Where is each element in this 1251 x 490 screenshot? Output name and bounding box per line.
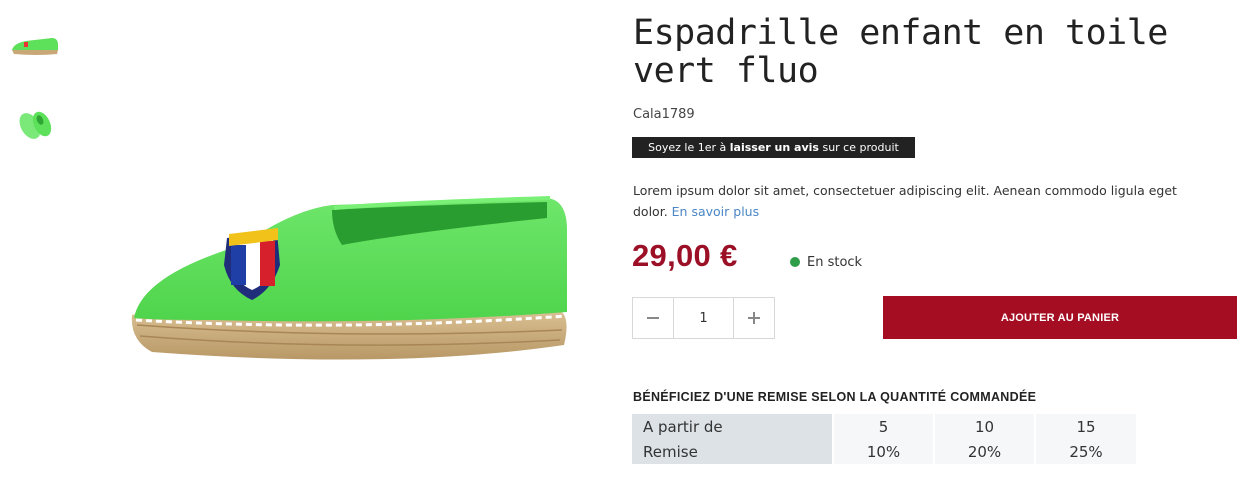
thumbnail-pair-view[interactable] [8, 102, 60, 144]
espadrille-pair-thumbnail-icon [19, 111, 52, 139]
add-to-cart-button[interactable]: AJOUTER AU PANIER [883, 296, 1237, 339]
qty-cell: 5 [832, 414, 934, 439]
discount-cell: 10% [832, 439, 934, 464]
minus-icon [647, 317, 659, 319]
stock-dot-icon [790, 257, 800, 267]
review-prefix: Soyez le 1er à [648, 141, 730, 154]
read-more-link[interactable]: En savoir plus [672, 204, 759, 219]
product-description: Lorem ipsum dolor sit amet, consectetuer… [633, 180, 1203, 222]
product-main-image [92, 140, 572, 390]
discount-rate-row: Remise 10% 20% 25% [632, 439, 1136, 464]
green-espadrille-image-icon [131, 196, 567, 360]
product-title: Espadrille enfant en toile vert fluo [633, 13, 1168, 91]
discount-qty-row: A partir de 5 10 15 [632, 414, 1136, 439]
discount-cell: 25% [1034, 439, 1136, 464]
quantity-decrease-button[interactable] [633, 298, 673, 338]
stock-status: En stock [790, 255, 862, 270]
discount-title: BÉNÉFICIEZ D'UNE REMISE SELON LA QUANTIT… [633, 390, 1037, 404]
qty-cell: 15 [1034, 414, 1136, 439]
espadrille-side-thumbnail-icon [12, 38, 58, 55]
discount-cell: 20% [933, 439, 1035, 464]
quantity-increase-button[interactable] [734, 298, 774, 338]
review-suffix: sur ce produit [818, 141, 899, 154]
product-price: 29,00 € [632, 238, 738, 273]
leave-review-link[interactable]: laisser un avis [730, 141, 819, 154]
qty-cell: 10 [933, 414, 1035, 439]
quantity-input[interactable] [673, 298, 734, 338]
quantity-stepper [632, 297, 775, 339]
stock-label: En stock [807, 255, 863, 270]
review-banner: Soyez le 1er à laisser un avis sur ce pr… [632, 137, 915, 158]
product-reference: Cala1789 [633, 107, 695, 122]
discount-table: A partir de 5 10 15 Remise 10% 20% 25% [632, 414, 1136, 464]
thumbnail-side-view[interactable] [8, 26, 60, 68]
discount-row-label: Remise [632, 439, 833, 464]
qty-row-label: A partir de [632, 414, 833, 439]
plus-icon [748, 312, 760, 324]
